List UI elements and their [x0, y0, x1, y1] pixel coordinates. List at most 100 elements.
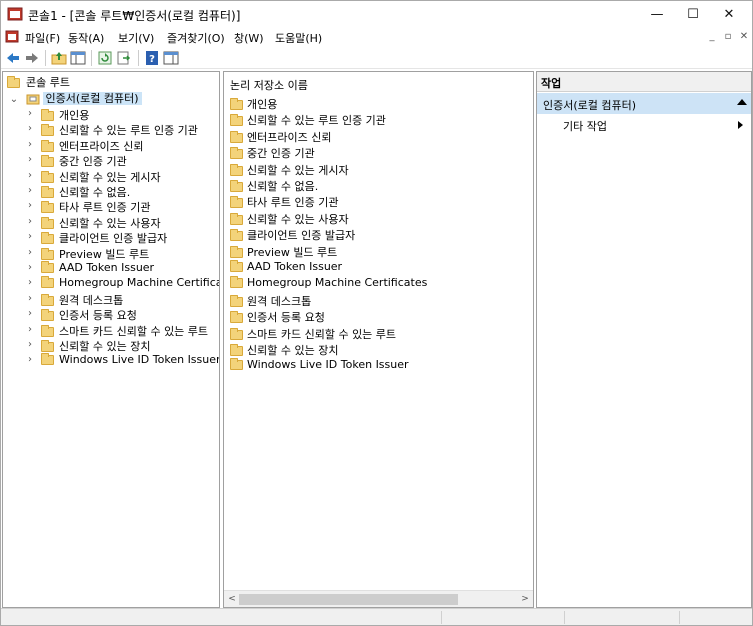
- chevron-right-icon[interactable]: ›: [25, 339, 35, 350]
- list-item[interactable]: 신뢰할 수 있는 게시자: [230, 162, 349, 177]
- back-icon[interactable]: [5, 50, 21, 66]
- scroll-left-icon[interactable]: <: [226, 594, 238, 605]
- tree-node-certificates-local[interactable]: ⌄ 인증서(로컬 컴퓨터): [9, 90, 142, 106]
- result-list-pane: 논리 저장소 이름 개인용 신뢰할 수 있는 루트 인증 기관엔터프라이즈 신뢰 중…: [223, 71, 534, 608]
- tree-item-label: 신뢰할 수 없음.: [59, 186, 131, 199]
- folder-icon: [230, 98, 243, 110]
- tree-item[interactable]: › 엔터프라이즈 신뢰: [25, 138, 143, 153]
- menu-action[interactable]: 동작(A): [68, 30, 104, 46]
- tree-item[interactable]: › 신뢰할 수 있는 사용자: [25, 215, 161, 230]
- tree-item-label: 타사 루트 인증 기관: [59, 201, 151, 215]
- tree-item[interactable]: › Homegroup Machine Certificates: [25, 276, 219, 291]
- chevron-right-icon[interactable]: ›: [25, 262, 35, 273]
- chevron-right-icon[interactable]: ›: [25, 231, 35, 242]
- list-item[interactable]: 신뢰할 수 있는 사용자: [230, 211, 349, 226]
- tree-item-label: 중간 인증 기관: [59, 155, 127, 169]
- list-item[interactable]: Windows Live ID Token Issuer: [230, 358, 409, 373]
- console-menu-icon[interactable]: [5, 30, 19, 44]
- tree-item[interactable]: › 신뢰할 수 있는 장치: [25, 338, 150, 353]
- list-item[interactable]: 엔터프라이즈 신뢰: [230, 129, 331, 144]
- horizontal-scrollbar[interactable]: < >: [224, 590, 533, 607]
- tree-root-console[interactable]: 콘솔 루트: [7, 74, 70, 89]
- chevron-right-icon[interactable]: ›: [25, 139, 35, 150]
- actions-pane: 작업 인증서(로컬 컴퓨터) 기타 작업: [536, 71, 752, 608]
- folder-icon: [41, 155, 54, 168]
- export-list-icon[interactable]: [116, 50, 132, 66]
- scroll-thumb[interactable]: [239, 594, 458, 605]
- chevron-right-icon[interactable]: ›: [25, 293, 35, 304]
- mdi-close-button[interactable]: ✕: [737, 30, 751, 44]
- chevron-right-icon[interactable]: ›: [25, 308, 35, 319]
- list-item[interactable]: 중간 인증 기관: [230, 145, 315, 160]
- tree-item[interactable]: › 신뢰할 수 있는 루트 인증 기관: [25, 122, 198, 137]
- list-item[interactable]: 개인용: [230, 96, 277, 111]
- chevron-right-icon[interactable]: ›: [25, 200, 35, 211]
- list-item[interactable]: 타사 루트 인증 기관: [230, 194, 338, 209]
- list-item[interactable]: AAD Token Issuer: [230, 260, 342, 275]
- chevron-right-icon[interactable]: ›: [25, 354, 35, 365]
- folder-icon: [41, 247, 54, 260]
- tree-item[interactable]: › AAD Token Issuer: [25, 261, 154, 276]
- tree-item[interactable]: › 스마트 카드 신뢰할 수 있는 루트: [25, 323, 208, 338]
- list-item[interactable]: 클라이언트 인증 발급자: [230, 227, 355, 242]
- list-item[interactable]: 신뢰할 수 없음.: [230, 178, 318, 193]
- chevron-right-icon[interactable]: ›: [25, 154, 35, 165]
- chevron-right-icon[interactable]: ›: [25, 123, 35, 134]
- collapse-up-icon[interactable]: [737, 99, 747, 105]
- tree-item-label: 신뢰할 수 있는 장치: [59, 340, 151, 353]
- close-button[interactable]: ✕: [706, 1, 752, 28]
- up-folder-icon[interactable]: [51, 50, 67, 66]
- tree-item[interactable]: › 신뢰할 수 있는 게시자: [25, 169, 161, 184]
- column-header-store-name[interactable]: 논리 저장소 이름: [230, 77, 308, 93]
- chevron-down-icon[interactable]: ⌄: [9, 94, 19, 105]
- chevron-right-icon[interactable]: ›: [25, 277, 35, 288]
- menu-window[interactable]: 창(W): [234, 30, 264, 46]
- tree-item[interactable]: › 개인용: [25, 107, 89, 122]
- refresh-icon[interactable]: [97, 50, 113, 66]
- tree-item[interactable]: › 인증서 등록 요청: [25, 307, 137, 322]
- more-actions-item[interactable]: 기타 작업: [563, 118, 607, 134]
- svg-text:?: ?: [149, 54, 155, 65]
- list-item[interactable]: 스마트 카드 신뢰할 수 있는 루트: [230, 326, 396, 341]
- folder-icon: [230, 294, 243, 307]
- folder-icon: [230, 163, 243, 176]
- chevron-right-icon[interactable]: ›: [25, 185, 35, 196]
- help-icon[interactable]: ?: [144, 50, 160, 66]
- show-hide-action-icon[interactable]: [163, 50, 179, 66]
- menu-help[interactable]: 도움말(H): [275, 30, 322, 46]
- folder-icon: [230, 276, 243, 289]
- folder-icon: [41, 324, 54, 337]
- menu-file[interactable]: 파일(F): [25, 30, 60, 46]
- tree-item[interactable]: › Windows Live ID Token Issuer: [25, 353, 219, 368]
- chevron-right-icon[interactable]: ›: [25, 108, 35, 119]
- folder-icon: [41, 186, 54, 198]
- menu-favorites[interactable]: 즐겨찾기(O): [167, 30, 225, 46]
- scroll-right-icon[interactable]: >: [519, 594, 531, 605]
- list-item[interactable]: 원격 데스크톱: [230, 293, 311, 308]
- list-item[interactable]: 신뢰할 수 있는 장치: [230, 342, 338, 357]
- tree-item[interactable]: › 타사 루트 인증 기관: [25, 199, 150, 214]
- tree-item[interactable]: › Preview 빌드 루트: [25, 246, 149, 261]
- menu-view[interactable]: 보기(V): [118, 30, 154, 46]
- chevron-right-icon[interactable]: ›: [25, 170, 35, 181]
- mdi-restore-button[interactable]: ▫: [721, 30, 735, 44]
- chevron-right-icon[interactable]: ›: [25, 247, 35, 258]
- tree-item[interactable]: › 신뢰할 수 없음.: [25, 184, 130, 199]
- list-item[interactable]: Homegroup Machine Certificates: [230, 276, 427, 291]
- list-item[interactable]: 신뢰할 수 있는 루트 인증 기관: [230, 112, 386, 127]
- list-item[interactable]: Preview 빌드 루트: [230, 244, 337, 259]
- tree-item[interactable]: › 원격 데스크톱: [25, 292, 123, 307]
- actions-section-certificates[interactable]: 인증서(로컬 컴퓨터): [537, 93, 751, 114]
- toolbar-separator: [45, 50, 46, 66]
- tree-item[interactable]: › 클라이언트 인증 발급자: [25, 230, 167, 245]
- tree-item[interactable]: › 중간 인증 기관: [25, 153, 127, 168]
- mdi-minimize-button[interactable]: _: [705, 30, 719, 44]
- forward-icon[interactable]: [24, 50, 40, 66]
- show-hide-tree-icon[interactable]: [70, 50, 86, 66]
- chevron-right-icon[interactable]: ›: [25, 216, 35, 227]
- status-divider: [679, 611, 680, 624]
- chevron-right-icon[interactable]: ›: [25, 324, 35, 335]
- list-item[interactable]: 인증서 등록 요청: [230, 309, 325, 324]
- folder-icon: [230, 130, 243, 143]
- folder-icon: [41, 124, 54, 137]
